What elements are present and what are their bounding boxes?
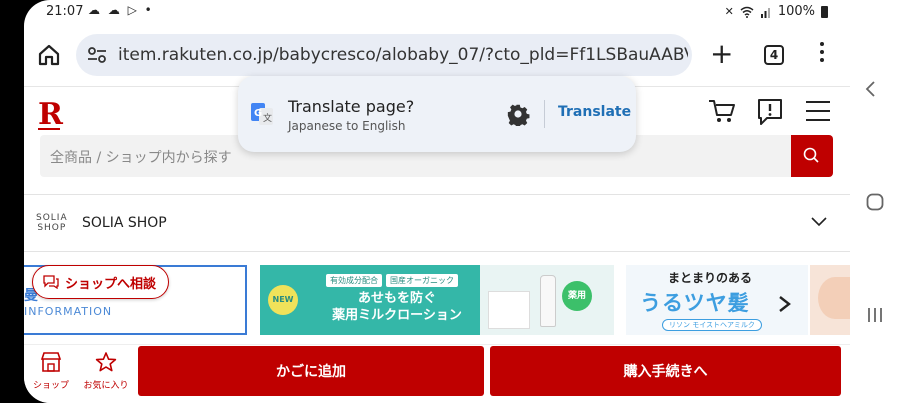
system-nav-bar bbox=[850, 0, 900, 403]
lotion-banner[interactable]: NEW 有効成分配合 国産オーガニック あせもを防ぐ 薬用ミルクローション 薬用 bbox=[260, 265, 614, 335]
banner-tag: 有効成分配合 bbox=[326, 274, 382, 287]
search-icon bbox=[803, 147, 819, 163]
lotion-title: あせもを防ぐ 薬用ミルクローション bbox=[332, 291, 462, 323]
search-button[interactable] bbox=[791, 135, 833, 177]
chat-icon bbox=[43, 275, 59, 289]
product-bottle bbox=[540, 275, 556, 327]
model-banner[interactable] bbox=[810, 265, 850, 335]
checkout-button[interactable]: 購入手続きへ bbox=[490, 346, 841, 396]
star-icon bbox=[95, 352, 117, 372]
gear-icon[interactable] bbox=[506, 102, 530, 126]
site-settings-icon[interactable] bbox=[86, 45, 108, 65]
hair-tag: リソン モイストヘアミルク bbox=[662, 319, 762, 331]
mute-icon: ✕ bbox=[724, 5, 734, 18]
add-to-cart-button[interactable]: かごに追加 bbox=[138, 346, 484, 396]
status-right: ✕ 100% bbox=[725, 4, 828, 19]
medicated-badge: 薬用 bbox=[562, 281, 592, 311]
battery-icon bbox=[821, 5, 828, 18]
cart-icon[interactable] bbox=[707, 97, 737, 125]
new-tab-icon[interactable]: + bbox=[710, 40, 733, 68]
home-button-icon[interactable] bbox=[866, 193, 884, 211]
shop-header[interactable]: SOLIA SHOP SOLIA SHOP bbox=[24, 194, 850, 252]
translate-popup: G 文 Translate page? Japanese to English … bbox=[238, 76, 636, 152]
banner-tag: 国産オーガニック bbox=[386, 274, 458, 287]
chevron-down-icon[interactable] bbox=[811, 217, 827, 227]
back-icon[interactable] bbox=[864, 80, 876, 98]
wifi-icon bbox=[740, 6, 754, 18]
hair-title: うるツヤ髪 bbox=[640, 291, 750, 315]
battery-percent: 100% bbox=[777, 4, 815, 19]
product-box bbox=[488, 291, 530, 329]
favorite-action[interactable]: お気に入り bbox=[80, 351, 132, 391]
url-text[interactable]: item.rakuten.co.jp/babycresco/alobaby_07… bbox=[118, 45, 688, 65]
chevron-right-icon bbox=[779, 296, 791, 312]
banner-row: 曼 INFORMATION ショップへ相談 NEW 有効成分配合 国産オーガニッ… bbox=[24, 265, 850, 335]
phone-screen: 21:07 ☁ ☁ ▷ • ✕ 100% item.rakuten.co.jp/… bbox=[24, 0, 850, 403]
signal-icon bbox=[760, 7, 770, 18]
overflow-menu-icon[interactable] bbox=[820, 42, 826, 66]
shop-name[interactable]: SOLIA SHOP bbox=[82, 215, 167, 231]
svg-text:文: 文 bbox=[263, 112, 272, 124]
help-icon[interactable] bbox=[757, 98, 783, 126]
model-image bbox=[818, 277, 850, 319]
new-badge: NEW bbox=[268, 285, 298, 315]
divider bbox=[544, 100, 545, 128]
bottom-action-bar: ショップ お気に入り かごに追加 購入手続きへ bbox=[24, 344, 850, 403]
translate-title: Translate page? bbox=[288, 97, 415, 116]
status-bar: 21:07 ☁ ☁ ▷ • ✕ 100% bbox=[24, 0, 850, 26]
tab-switcher-button[interactable]: 4 bbox=[764, 45, 784, 65]
info-banner-label: INFORMATION bbox=[24, 305, 113, 318]
hair-subtitle: まとまりのある bbox=[668, 271, 753, 285]
shop-icon bbox=[40, 352, 62, 372]
menu-icon[interactable] bbox=[806, 101, 830, 128]
notification-icons: ☁ ☁ ▷ • bbox=[88, 3, 154, 17]
favorite-action-label: お気に入り bbox=[83, 381, 129, 391]
status-time: 21:07 bbox=[46, 4, 84, 19]
shop-action-label: ショップ bbox=[32, 381, 69, 391]
recents-icon[interactable] bbox=[867, 306, 883, 324]
google-translate-icon: G 文 bbox=[251, 103, 273, 125]
translate-languages: Japanese to English bbox=[288, 119, 406, 133]
translate-button[interactable]: Translate bbox=[558, 104, 631, 120]
shop-action[interactable]: ショップ bbox=[28, 351, 74, 391]
consult-label: ショップへ相談 bbox=[65, 276, 157, 292]
shop-logo: SOLIA SHOP bbox=[36, 213, 68, 233]
product-image: 薬用 bbox=[480, 265, 614, 335]
home-icon[interactable] bbox=[36, 42, 62, 68]
svg-text:G: G bbox=[254, 108, 262, 119]
url-bar[interactable]: item.rakuten.co.jp/babycresco/alobaby_07… bbox=[76, 34, 692, 76]
hair-milk-banner[interactable]: まとまりのある うるツヤ髪 リソン モイストヘアミルク bbox=[626, 265, 808, 335]
consult-shop-button[interactable]: ショップへ相談 bbox=[32, 265, 170, 299]
rakuten-logo[interactable]: R bbox=[38, 97, 63, 132]
